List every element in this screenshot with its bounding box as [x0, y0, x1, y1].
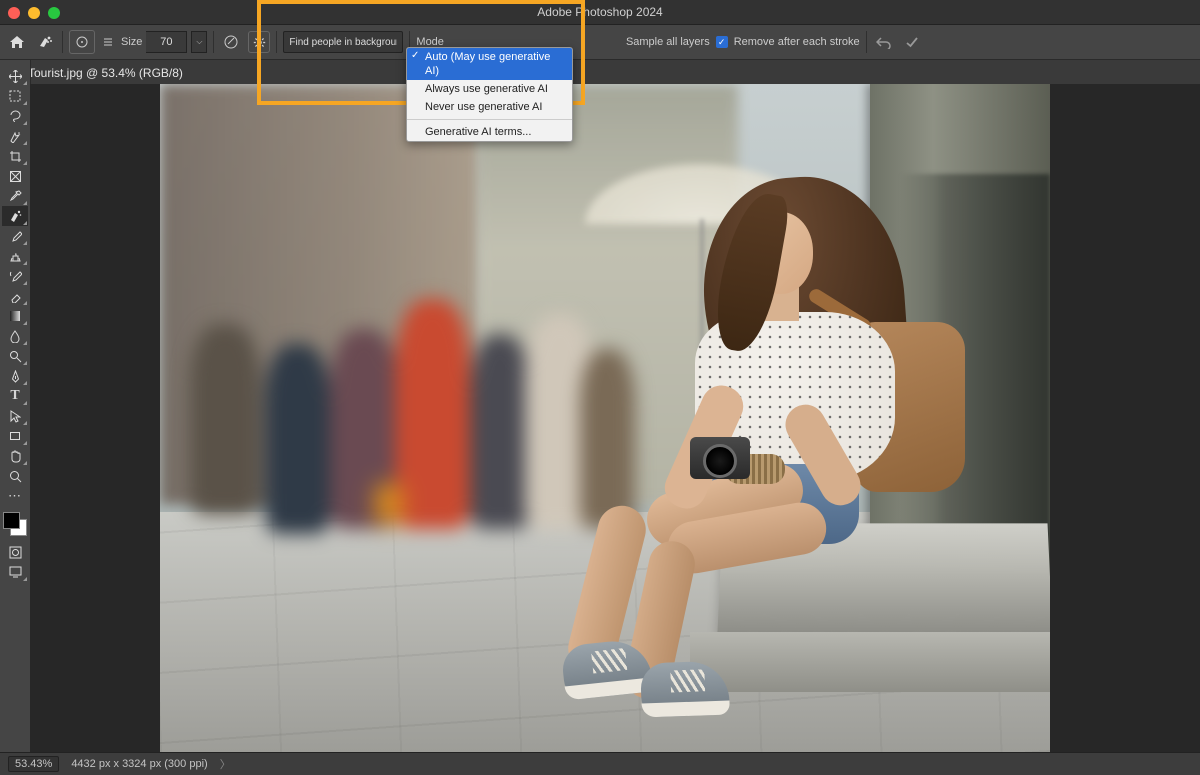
options-bar: Size ⌵ Mode ✓ Auto (May use generative A… [0, 25, 1200, 60]
tools-panel: T ⋯ [0, 60, 31, 753]
size-label: Size [121, 36, 142, 48]
sample-all-layers-checkbox[interactable]: ✓ [716, 36, 728, 48]
color-swatches[interactable] [3, 512, 27, 536]
remove-after-stroke-label: Remove after each stroke [734, 36, 860, 48]
brush-size-input[interactable] [146, 31, 187, 53]
tool-gradient[interactable] [2, 306, 28, 326]
tool-dodge[interactable] [2, 346, 28, 366]
workspace [30, 84, 1200, 753]
tool-move[interactable] [2, 66, 28, 86]
window-controls[interactable] [8, 7, 60, 19]
foreground-color-swatch[interactable] [3, 512, 20, 529]
mode-option-label: Auto (May use generative AI) [425, 51, 550, 77]
status-bar: 53.43% 4432 px x 3324 px (300 ppi) 〉 [0, 752, 1200, 775]
mode-option-terms[interactable]: Generative AI terms... [407, 123, 572, 141]
subject-person [575, 142, 945, 692]
commit-icon[interactable] [901, 31, 923, 53]
remove-tool-icon[interactable] [34, 31, 56, 53]
size-dropdown-arrow[interactable]: ⌵ [191, 31, 207, 53]
tool-quickmask[interactable] [2, 542, 28, 562]
home-button[interactable] [6, 31, 28, 53]
mode-dropdown[interactable]: ✓ Auto (May use generative AI) Always us… [406, 47, 573, 142]
brush-options-gear-icon[interactable] [248, 31, 270, 53]
mode-option-always[interactable]: Always use generative AI [407, 80, 572, 98]
app-title: Adobe Photoshop 2024 [0, 0, 1200, 25]
document-tab-bar: × Tourist.jpg @ 53.4% (RGB/8) [0, 60, 1200, 87]
tool-blur[interactable] [2, 326, 28, 346]
tool-zoom[interactable] [2, 466, 28, 486]
tool-quick-select[interactable] [2, 126, 28, 146]
mode-option-never[interactable]: Never use generative AI [407, 98, 572, 116]
maximize-window-icon[interactable] [48, 7, 60, 19]
find-prompt-input[interactable] [283, 31, 403, 53]
brush-settings-icon[interactable] [101, 31, 115, 53]
tool-pen[interactable] [2, 366, 28, 386]
close-window-icon[interactable] [8, 7, 20, 19]
undo-icon[interactable] [873, 31, 895, 53]
brush-preset-picker[interactable] [69, 30, 95, 54]
tool-eraser[interactable] [2, 286, 28, 306]
minimize-window-icon[interactable] [28, 7, 40, 19]
tool-eyedropper[interactable] [2, 186, 28, 206]
tool-edit-toolbar[interactable]: ⋯ [2, 486, 28, 506]
document-canvas[interactable] [160, 84, 1050, 752]
document-tab[interactable]: Tourist.jpg @ 53.4% (RGB/8) [28, 66, 183, 80]
tool-hand[interactable] [2, 446, 28, 466]
zoom-level[interactable]: 53.43% [8, 756, 59, 772]
tool-rectangle[interactable] [2, 426, 28, 446]
dropdown-separator [407, 119, 572, 120]
tool-screenmode[interactable] [2, 562, 28, 582]
tool-marquee[interactable] [2, 86, 28, 106]
tool-type[interactable]: T [2, 386, 28, 406]
tool-brush[interactable] [2, 226, 28, 246]
tool-clone[interactable] [2, 246, 28, 266]
sample-all-layers-label: Sample all layers [626, 36, 710, 48]
tool-lasso[interactable] [2, 106, 28, 126]
tool-crop[interactable] [2, 146, 28, 166]
tool-path-select[interactable] [2, 406, 28, 426]
tool-history-brush[interactable] [2, 266, 28, 286]
tool-frame[interactable] [2, 166, 28, 186]
pressure-size-icon[interactable] [220, 31, 242, 53]
check-icon: ✓ [411, 49, 419, 63]
status-arrow-icon[interactable]: 〉 [220, 756, 231, 772]
mode-option-auto[interactable]: ✓ Auto (May use generative AI) [407, 48, 572, 80]
tool-remove[interactable] [2, 206, 28, 226]
document-dimensions: 4432 px x 3324 px (300 ppi) [71, 758, 207, 770]
